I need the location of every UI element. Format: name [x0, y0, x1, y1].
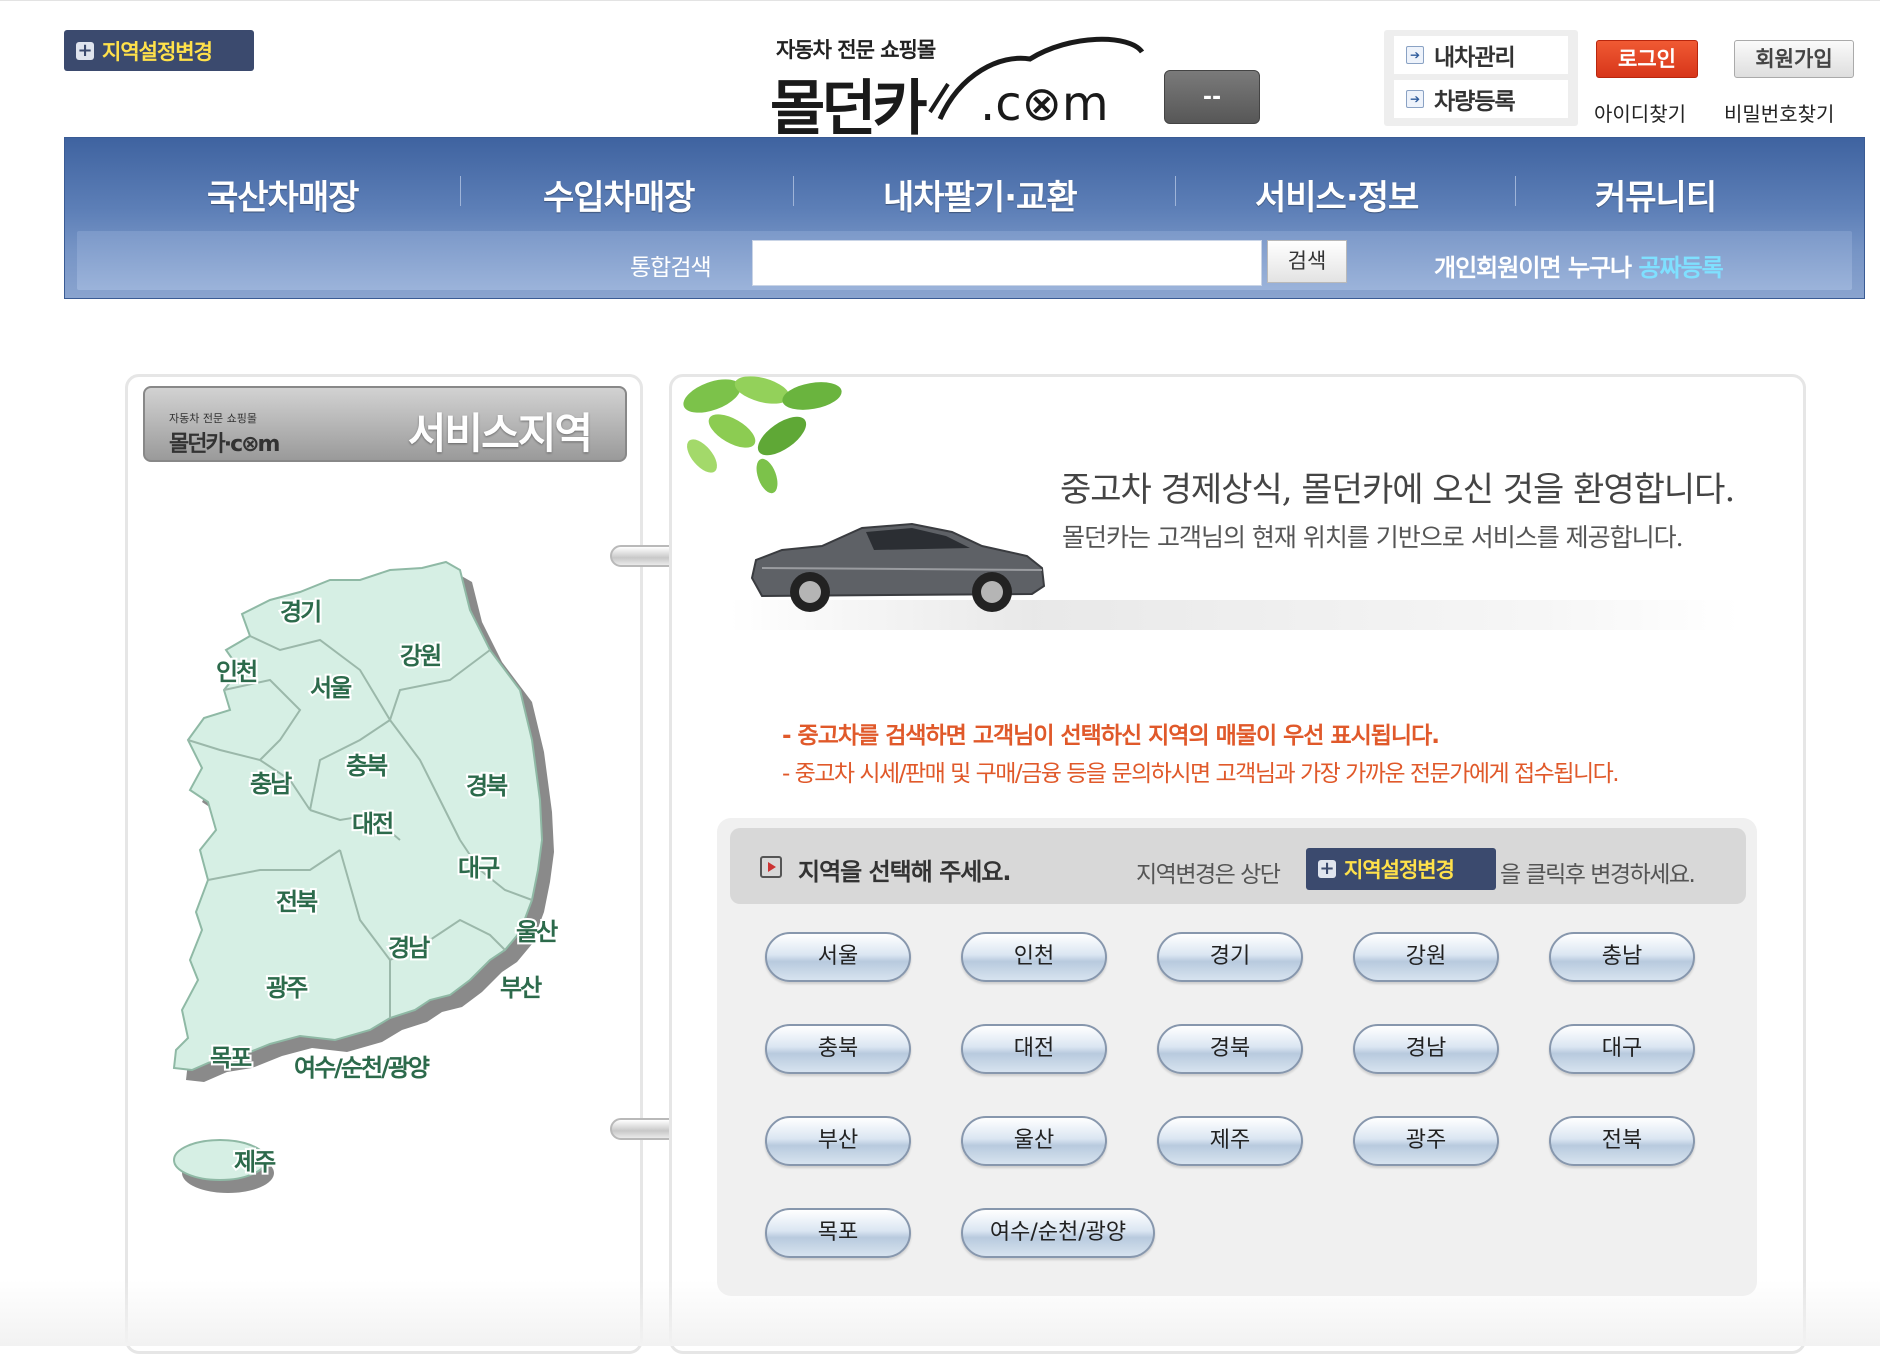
- map-label-incheon[interactable]: 인천: [214, 656, 261, 688]
- map-label-daegu[interactable]: 대구: [456, 852, 504, 884]
- region-button-yeosu-suncheon-gwangyang[interactable]: 여수/순천/광양: [961, 1208, 1155, 1258]
- mini-logo: 자동차 전문 쇼핑몰몰던카·c⊗m: [169, 410, 280, 458]
- nav-separator: [1515, 176, 1516, 206]
- car-image: [750, 522, 1046, 612]
- map-label-daejeon[interactable]: 대전: [350, 808, 397, 840]
- map-label-mokpo[interactable]: 목포: [208, 1042, 256, 1074]
- region-button-jeonbuk[interactable]: 전북: [1549, 1116, 1695, 1166]
- notice-line-1: - 중고차를 검색하면 고객님이 선택하신 지역의 매물이 우선 표시됩니다.: [782, 723, 1440, 749]
- nav-separator: [1175, 176, 1176, 206]
- mini-logo-text: 몰던카·c⊗m: [169, 432, 280, 457]
- service-area-header: 자동차 전문 쇼핑몰몰던카·c⊗m 서비스지역: [143, 386, 627, 462]
- find-password-link[interactable]: 비밀번호찾기: [1724, 98, 1834, 127]
- play-icon: [760, 856, 782, 878]
- region-button-incheon[interactable]: 인천: [961, 932, 1107, 982]
- nav-community[interactable]: 커뮤니티: [1595, 170, 1717, 219]
- find-id-link[interactable]: 아이디찾기: [1594, 98, 1686, 127]
- map-label-busan[interactable]: 부산: [498, 972, 546, 1004]
- region-button-gyeongbuk[interactable]: 경북: [1157, 1024, 1303, 1074]
- top-divider: [0, 0, 1880, 6]
- login-button[interactable]: 로그인: [1596, 40, 1698, 78]
- region-button-chungnam[interactable]: 충남: [1549, 932, 1695, 982]
- nav-service-info[interactable]: 서비스·정보: [1255, 170, 1419, 219]
- nav-sell-trade[interactable]: 내차팔기·교환: [883, 170, 1078, 219]
- logo-domain: .c⊗m: [980, 76, 1109, 132]
- nav-separator: [460, 176, 461, 206]
- promo-highlight: 공짜등록: [1638, 254, 1723, 282]
- map-label-ulsan[interactable]: 울산: [514, 916, 562, 948]
- promo-text: 개인회원이면 누구나: [1434, 254, 1639, 282]
- search-input[interactable]: [752, 240, 1262, 286]
- search-button[interactable]: 검색: [1267, 240, 1347, 283]
- region-change-label: 지역설정변경: [102, 39, 213, 64]
- search-label: 통합검색: [630, 255, 712, 281]
- region-button-mokpo[interactable]: 목포: [765, 1208, 911, 1258]
- region-button-seoul[interactable]: 서울: [765, 932, 911, 982]
- map-label-seoul[interactable]: 서울: [308, 672, 356, 704]
- notice-line-2: - 중고차 시세/판매 및 구매/금융 등을 문의하시면 고객님과 가장 가까운…: [782, 761, 1620, 787]
- site-logo[interactable]: 자동차 전문 쇼핑몰 몰던카 .c⊗m: [770, 24, 1150, 144]
- region-button-gyeongnam[interactable]: 경남: [1353, 1024, 1499, 1074]
- map-label-chungnam[interactable]: 충남: [248, 768, 296, 800]
- leaves-decoration: [683, 376, 842, 494]
- arrow-right-icon: ➔: [1406, 90, 1424, 108]
- region-change-inline-button[interactable]: + 지역설정변경: [1306, 848, 1496, 890]
- car-register-label: 차량등록: [1434, 89, 1516, 115]
- region-button-chungbuk[interactable]: 충북: [765, 1024, 911, 1074]
- korea-map[interactable]: 경기 인천 서울 강원 충남 충북 경북 대전 대구 전북 경남 울산 광주 부…: [160, 540, 580, 1200]
- free-register-promo[interactable]: 개인회원이면 누구나 공짜등록: [1434, 248, 1724, 283]
- my-car-manage-label: 내차관리: [1434, 45, 1516, 71]
- region-button-daegu[interactable]: 대구: [1549, 1024, 1695, 1074]
- region-button-gwangju[interactable]: 광주: [1353, 1116, 1499, 1166]
- map-label-jeju[interactable]: 제주: [232, 1146, 280, 1178]
- map-label-gyeongnam[interactable]: 경남: [386, 932, 434, 964]
- region-button-daejeon[interactable]: 대전: [961, 1024, 1107, 1074]
- region-button-jeju[interactable]: 제주: [1157, 1116, 1303, 1166]
- region-button-gangwon[interactable]: 강원: [1353, 932, 1499, 982]
- region-button-busan[interactable]: 부산: [765, 1116, 911, 1166]
- service-area-title: 서비스지역: [407, 409, 593, 458]
- welcome-title: 중고차 경제상식, 몰던카에 오신 것을 환영합니다.: [1060, 470, 1735, 510]
- my-car-manage-link[interactable]: ➔ 내차관리: [1394, 36, 1568, 74]
- plus-icon: +: [1318, 858, 1336, 879]
- region-change-button[interactable]: + 지역설정변경: [64, 30, 254, 71]
- welcome-subtitle: 몰던카는 고객님의 현재 위치를 기반으로 서비스를 제공합니다.: [1062, 523, 1684, 552]
- region-select-note-suffix: 을 클릭후 변경하세요.: [1500, 862, 1696, 888]
- region-select-title: 지역을 선택해 주세요.: [798, 858, 1012, 886]
- region-select-note: 지역변경은 상단: [1136, 862, 1281, 888]
- region-button-gyeonggi[interactable]: 경기: [1157, 932, 1303, 982]
- mini-logo-tagline: 자동차 전문 쇼핑몰: [169, 412, 257, 425]
- map-label-chungbuk[interactable]: 충북: [344, 750, 392, 782]
- region-change-inline-label: 지역설정변경: [1344, 858, 1455, 882]
- plus-icon: +: [76, 39, 94, 61]
- region-button-ulsan[interactable]: 울산: [961, 1116, 1107, 1166]
- logo-name: 몰던카: [770, 74, 928, 144]
- dash-button[interactable]: --: [1164, 70, 1260, 124]
- nav-domestic-cars[interactable]: 국산차매장: [207, 170, 359, 219]
- nav-separator: [793, 176, 794, 206]
- arrow-right-icon: ➔: [1406, 46, 1424, 64]
- car-register-link[interactable]: ➔ 차량등록: [1394, 80, 1568, 118]
- signup-button[interactable]: 회원가입: [1734, 40, 1854, 78]
- map-label-gyeongbuk[interactable]: 경북: [464, 770, 512, 802]
- nav-imported-cars[interactable]: 수입차매장: [543, 170, 695, 219]
- map-label-gyeonggi[interactable]: 경기: [278, 596, 324, 628]
- my-car-box: ➔ 내차관리 ➔ 차량등록: [1384, 30, 1578, 126]
- map-label-gwangju[interactable]: 광주: [264, 972, 312, 1004]
- map-label-yeosu-suncheon-gwangyang[interactable]: 여수/순천/광양: [292, 1052, 434, 1084]
- map-label-jeonbuk[interactable]: 전북: [274, 886, 322, 918]
- map-label-gangwon[interactable]: 강원: [398, 640, 444, 672]
